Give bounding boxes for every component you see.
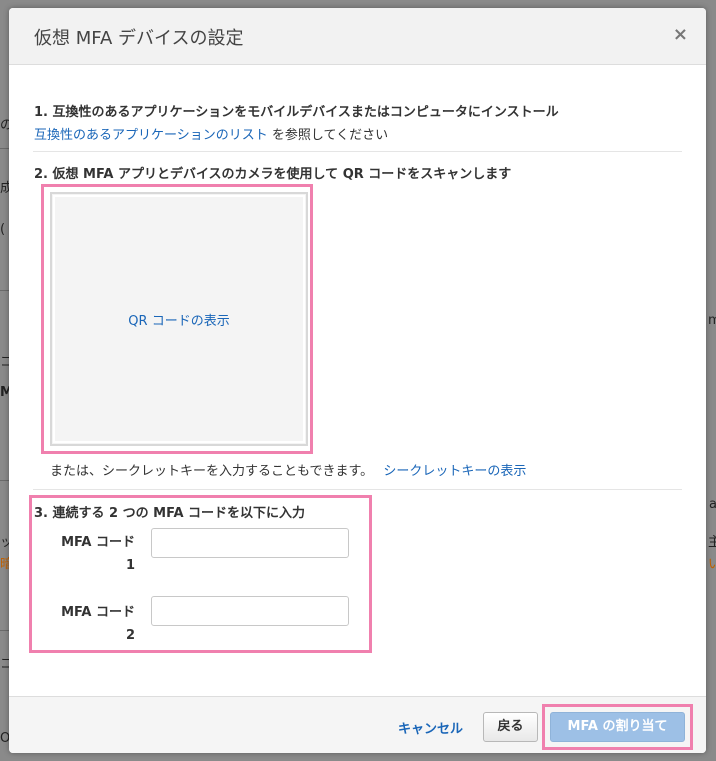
step-3: 3. 連続する 2 つの MFA コードを以下に入力: [34, 502, 305, 521]
show-secret-key-link[interactable]: シークレットキーの表示: [383, 464, 526, 479]
step-2-title: 2. 仮想 MFA アプリとデバイスのカメラを使用して QR コードをスキャンし…: [34, 167, 512, 182]
close-icon[interactable]: ×: [673, 24, 688, 46]
dialog-footer: キャンセル 戻る MFA の割り当て: [9, 696, 706, 753]
mfa-code-1-label: MFA コード 1: [61, 535, 135, 573]
step-1: 1. 互換性のあるアプリケーションをモバイルデバイスまたはコンピュータにインスト…: [34, 101, 559, 143]
compatible-apps-link[interactable]: 互換性のあるアプリケーションのリスト: [34, 128, 268, 143]
dialog-header: 仮想 MFA デバイスの設定 ×: [9, 8, 706, 65]
show-qr-link[interactable]: QR コードの表示: [128, 310, 229, 329]
qr-code-box[interactable]: QR コードの表示: [50, 192, 308, 446]
step-1-title: 1. 互換性のあるアプリケーションをモバイルデバイスまたはコンピュータにインスト…: [34, 105, 559, 120]
cancel-button[interactable]: キャンセル: [398, 718, 463, 737]
mfa-code-1-input[interactable]: [151, 528, 349, 558]
secret-key-row: または、シークレットキーを入力することもできます。 シークレットキーの表示: [50, 460, 526, 479]
step-3-title: 3. 連続する 2 つの MFA コードを以下に入力: [34, 506, 306, 521]
back-button[interactable]: 戻る: [483, 712, 538, 742]
dialog-title: 仮想 MFA デバイスの設定: [34, 28, 244, 49]
step-2: 2. 仮想 MFA アプリとデバイスのカメラを使用して QR コードをスキャンし…: [34, 163, 511, 182]
background-text: (: [0, 222, 6, 237]
background-text: い: [708, 557, 716, 572]
mfa-code-2-input[interactable]: [151, 596, 349, 626]
mfa-setup-dialog: 仮想 MFA デバイスの設定 × 1. 互換性のあるアプリケーションをモバイルデ…: [9, 8, 706, 753]
background-text: a: [709, 497, 716, 512]
background-text: m: [708, 313, 716, 328]
step-1-suffix: を参照してください: [267, 128, 389, 143]
background-text: 主: [708, 535, 716, 550]
divider: [33, 489, 682, 490]
assign-mfa-button[interactable]: MFA の割り当て: [550, 712, 685, 742]
divider: [33, 151, 682, 152]
secret-key-alt-text: または、シークレットキーを入力することもできます。: [50, 464, 374, 479]
mfa-code-2-label: MFA コード 2: [61, 605, 135, 643]
dialog-body: 1. 互換性のあるアプリケーションをモバイルデバイスまたはコンピュータにインスト…: [9, 65, 706, 696]
